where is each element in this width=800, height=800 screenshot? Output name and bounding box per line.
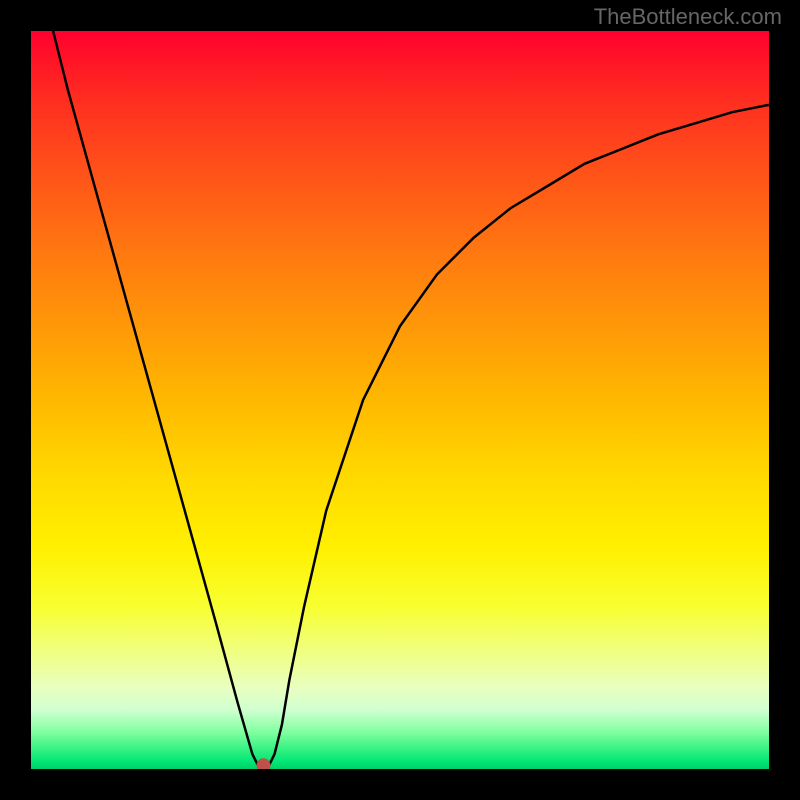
optimal-point-marker (257, 758, 271, 769)
chart-plot-area (31, 31, 769, 769)
bottleneck-curve (53, 31, 769, 769)
chart-svg (31, 31, 769, 769)
watermark-text: TheBottleneck.com (594, 4, 782, 30)
